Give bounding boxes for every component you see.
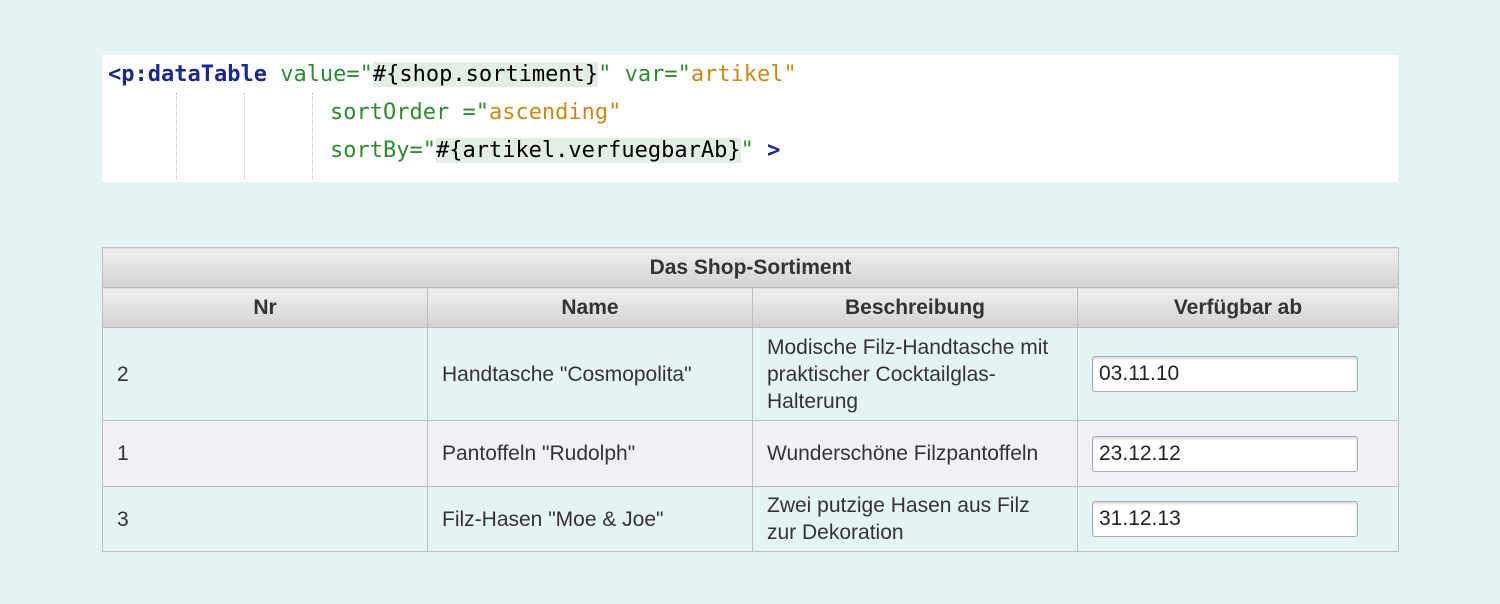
date-input[interactable] xyxy=(1092,356,1358,392)
cell-name: Filz-Hasen "Moe & Joe" xyxy=(427,486,753,552)
code-string: " xyxy=(608,100,622,125)
header-verfuegbar-ab[interactable]: Verfügbar ab xyxy=(1077,287,1399,328)
cell-description: Zwei putzige Hasen aus Filz zur Dekorati… xyxy=(752,486,1078,552)
code-line-1: <p:dataTable value="#{shop.sortiment}" v… xyxy=(108,57,797,93)
cell-nr: 2 xyxy=(102,327,428,421)
cell-nr: 1 xyxy=(102,420,428,487)
header-name[interactable]: Name xyxy=(427,287,753,328)
code-line-3: sortBy="#{artikel.verfuegbarAb}" > xyxy=(330,133,780,169)
shop-table: Das Shop-Sortiment Nr Name Beschreibung … xyxy=(102,247,1399,552)
code-tag: <p:dataTable xyxy=(108,62,267,87)
cell-date xyxy=(1077,327,1399,421)
cell-date xyxy=(1077,420,1399,487)
indent-guide xyxy=(312,93,313,179)
code-string: ascending xyxy=(488,100,609,125)
code-attr: sortOrder =" xyxy=(330,100,489,125)
cell-description: Modische Filz-Handtasche mit praktischer… xyxy=(752,327,1078,421)
code-string: " xyxy=(783,62,797,87)
code-attr: sortBy=" xyxy=(330,138,436,163)
table-row: 3 Filz-Hasen "Moe & Joe" Zwei putzige Ha… xyxy=(102,486,1399,552)
table-title: Das Shop-Sortiment xyxy=(102,247,1399,288)
cell-date xyxy=(1077,486,1399,552)
code-expression: #{artikel.verfuegbarAb} xyxy=(435,138,741,163)
table-row: 1 Pantoffeln "Rudolph" Wunderschöne Filz… xyxy=(102,420,1399,487)
code-attr: var=" xyxy=(611,62,691,87)
indent-guide xyxy=(176,93,177,179)
code-line-2: sortOrder ="ascending" xyxy=(330,95,621,131)
code-tag: > xyxy=(753,138,781,163)
date-input[interactable] xyxy=(1092,501,1358,537)
cell-description: Wunderschöne Filzpantoffeln xyxy=(752,420,1078,487)
table-row: 2 Handtasche "Cosmopolita" Modische Filz… xyxy=(102,327,1399,421)
code-attr: value=" xyxy=(266,62,373,87)
cell-nr: 3 xyxy=(102,486,428,552)
code-string: artikel xyxy=(690,62,784,87)
code-attr: " xyxy=(598,62,612,87)
cell-name: Pantoffeln "Rudolph" xyxy=(427,420,753,487)
code-snippet: <p:dataTable value="#{shop.sortiment}" v… xyxy=(102,55,1398,182)
header-beschreibung[interactable]: Beschreibung xyxy=(752,287,1078,328)
code-expression: #{shop.sortiment} xyxy=(372,62,599,87)
indent-guide xyxy=(244,93,245,179)
code-attr: " xyxy=(740,138,754,163)
header-nr[interactable]: Nr xyxy=(102,287,428,328)
date-input[interactable] xyxy=(1092,435,1358,472)
cell-name: Handtasche "Cosmopolita" xyxy=(427,327,753,421)
